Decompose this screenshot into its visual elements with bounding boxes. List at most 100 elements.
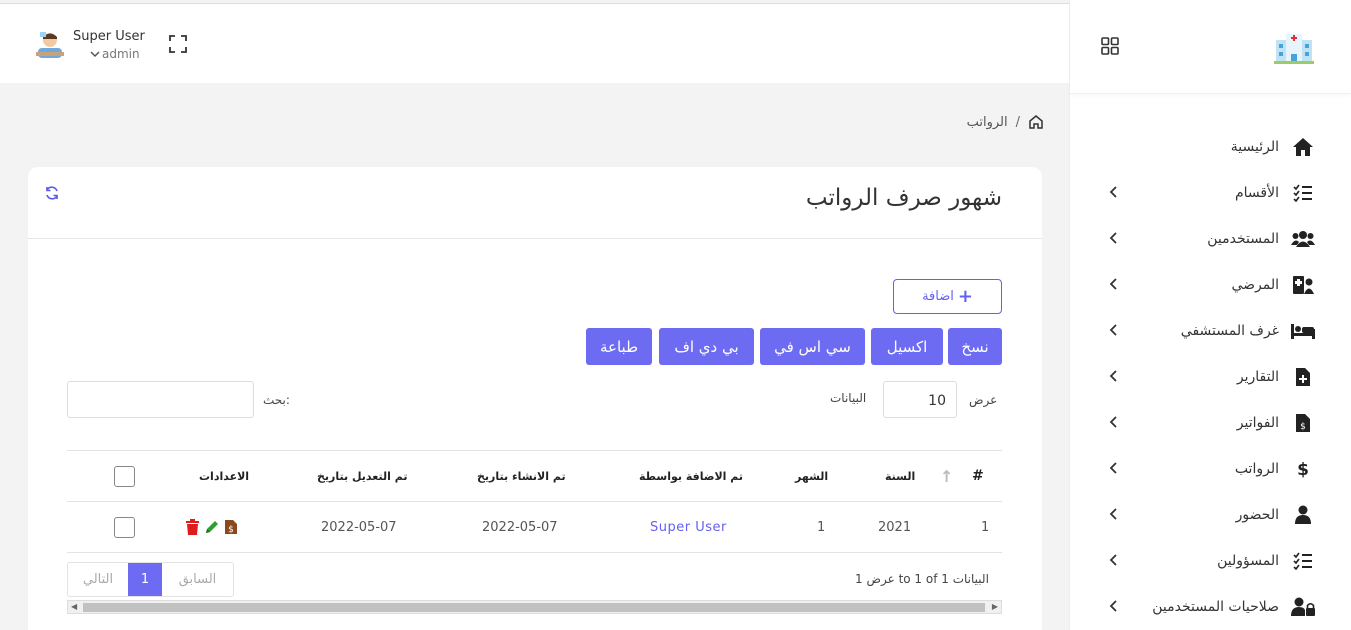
- csv-button[interactable]: سي اس في: [760, 328, 865, 365]
- sidebar-item-label: الرئيسية: [1230, 139, 1279, 155]
- sidebar-item-label: المرضي: [1231, 277, 1279, 293]
- sidebar-item-departments[interactable]: الأقسام: [1070, 170, 1351, 216]
- user-role[interactable]: admin: [102, 47, 140, 61]
- sidebar-item-label: غرف المستشفي: [1180, 323, 1279, 339]
- chevron-left-icon: [1109, 186, 1117, 198]
- col-header-created-at[interactable]: تم الانشاء بتاريخ: [477, 451, 566, 501]
- list-check-icon: [1291, 182, 1315, 204]
- card-header: شهور صرف الرواتب: [28, 167, 1042, 239]
- sidebar-item-salaries[interactable]: $ الرواتب: [1070, 446, 1351, 492]
- patient-card-icon: [1291, 274, 1315, 296]
- sidebar-item-label: التقارير: [1236, 369, 1279, 385]
- sidebar-item-label: الأقسام: [1235, 185, 1279, 201]
- user-lock-icon: [1291, 596, 1315, 618]
- svg-text:$: $: [1297, 460, 1309, 479]
- cell-month: 1: [817, 519, 826, 535]
- sidebar-nav: الرئيسية الأقسام المستخدمين المرضي غرف ا…: [1070, 124, 1351, 630]
- chevron-left-icon: [1109, 324, 1117, 336]
- user-icon: [1291, 504, 1315, 526]
- list-check-icon: [1291, 550, 1315, 572]
- plus-icon: +: [957, 286, 973, 307]
- col-header-month[interactable]: الشهر: [795, 451, 828, 501]
- sort-arrow-icon[interactable]: ↑: [940, 451, 953, 501]
- sidebar-item-permissions[interactable]: صلاحيات المستخدمين: [1070, 584, 1351, 630]
- chevron-left-icon: [1109, 278, 1117, 290]
- chevron-left-icon: [1109, 554, 1117, 566]
- table-info: عرض 1 to 1 of 1 البيانات: [855, 572, 989, 586]
- dollar-icon: $: [1291, 458, 1315, 480]
- col-header-updated-at[interactable]: تم التعديل بتاريخ: [317, 451, 407, 501]
- col-header-number[interactable]: #: [972, 451, 984, 501]
- col-header-added-by[interactable]: تم الاضافة بواسطة: [639, 451, 743, 501]
- edit-pencil-icon[interactable]: [204, 519, 220, 535]
- refresh-icon[interactable]: [44, 185, 60, 201]
- breadcrumb-current: الرواتب: [966, 114, 1008, 130]
- cell-added-by[interactable]: Super User: [650, 502, 727, 552]
- top-bar: Super User admin: [0, 3, 1069, 83]
- sidebar-item-rooms[interactable]: غرف المستشفي: [1070, 308, 1351, 354]
- scroll-right-icon[interactable]: ▶: [992, 602, 998, 611]
- table-row: 1 2021 1 Super User 2022-05-07 2022-05-0…: [67, 502, 1002, 553]
- scroll-left-icon[interactable]: ◀: [71, 602, 77, 611]
- chevron-down-icon[interactable]: [90, 50, 100, 58]
- prev-page-button[interactable]: السابق: [162, 563, 233, 596]
- delete-icon[interactable]: [185, 519, 200, 535]
- add-button-label: اضافة: [922, 289, 954, 304]
- length-label-after: البيانات: [830, 391, 867, 405]
- cell-updated-at: 2022-05-07: [321, 519, 397, 535]
- bed-icon: [1291, 320, 1315, 342]
- col-header-year[interactable]: السنة: [885, 451, 915, 501]
- home-outline-icon[interactable]: [1028, 114, 1044, 130]
- file-medical-icon: [1291, 366, 1315, 388]
- sidebar-item-home[interactable]: الرئيسية: [1070, 124, 1351, 170]
- select-all-checkbox-cell: [114, 451, 135, 501]
- search-label: بحث:: [263, 393, 290, 407]
- sidebar-item-invoices[interactable]: $ الفواتير: [1070, 400, 1351, 446]
- invoice-icon: $: [1291, 412, 1315, 434]
- page-length-select[interactable]: 10: [883, 381, 957, 418]
- horizontal-scrollbar[interactable]: ◀ ▶: [67, 600, 1002, 614]
- sidebar-item-label: الفواتير: [1236, 415, 1279, 431]
- user-avatar[interactable]: [34, 28, 66, 60]
- next-page-button[interactable]: التالي: [68, 563, 128, 596]
- col-header-settings[interactable]: الاعدادات: [199, 451, 249, 501]
- hospital-logo[interactable]: [1274, 30, 1314, 64]
- sidebar-item-attendance[interactable]: الحضور: [1070, 492, 1351, 538]
- cell-year: 2021: [878, 519, 912, 535]
- sidebar-item-patients[interactable]: المرضي: [1070, 262, 1351, 308]
- content-card: شهور صرف الرواتب + اضافة نسخ اكسيل سي اس…: [28, 167, 1042, 630]
- grid-menu-icon[interactable]: [1100, 36, 1120, 56]
- users-icon: [1291, 228, 1315, 250]
- sidebar-item-label: صلاحيات المستخدمين: [1152, 599, 1279, 615]
- user-name[interactable]: Super User: [73, 29, 145, 44]
- sidebar-header: [1070, 0, 1351, 94]
- salary-invoice-icon[interactable]: $: [224, 519, 238, 535]
- sidebar-item-reports[interactable]: التقارير: [1070, 354, 1351, 400]
- sidebar-item-users[interactable]: المستخدمين: [1070, 216, 1351, 262]
- select-all-checkbox[interactable]: [114, 465, 135, 487]
- page-1-button[interactable]: 1: [128, 563, 162, 596]
- svg-text:$: $: [228, 525, 234, 535]
- table-header-row: # ↑ السنة الشهر تم الاضافة بواسطة تم الا…: [67, 451, 1002, 502]
- cell-actions: $: [185, 502, 238, 552]
- svg-text:$: $: [1300, 422, 1306, 432]
- fullscreen-icon[interactable]: [168, 34, 188, 54]
- copy-button[interactable]: نسخ: [948, 328, 1002, 365]
- breadcrumb: / الرواتب: [967, 114, 1044, 130]
- pdf-button[interactable]: بي دي اف: [659, 328, 754, 365]
- row-checkbox[interactable]: [114, 516, 135, 538]
- chevron-left-icon: [1109, 508, 1117, 520]
- sidebar-item-admins[interactable]: المسؤولين: [1070, 538, 1351, 584]
- excel-button[interactable]: اكسيل: [871, 328, 943, 365]
- search-input[interactable]: [67, 381, 254, 418]
- home-icon: [1291, 136, 1315, 158]
- length-label: عرض: [969, 393, 998, 407]
- print-button[interactable]: طباعة: [586, 328, 652, 365]
- row-checkbox-cell: [114, 502, 135, 552]
- sidebar: الرئيسية الأقسام المستخدمين المرضي غرف ا…: [1069, 0, 1351, 630]
- cell-created-at: 2022-05-07: [482, 519, 558, 535]
- sidebar-item-label: الرواتب: [1234, 461, 1279, 477]
- add-button[interactable]: + اضافة: [893, 279, 1002, 314]
- sidebar-item-label: المسؤولين: [1217, 553, 1279, 569]
- scrollbar-thumb[interactable]: [83, 603, 985, 612]
